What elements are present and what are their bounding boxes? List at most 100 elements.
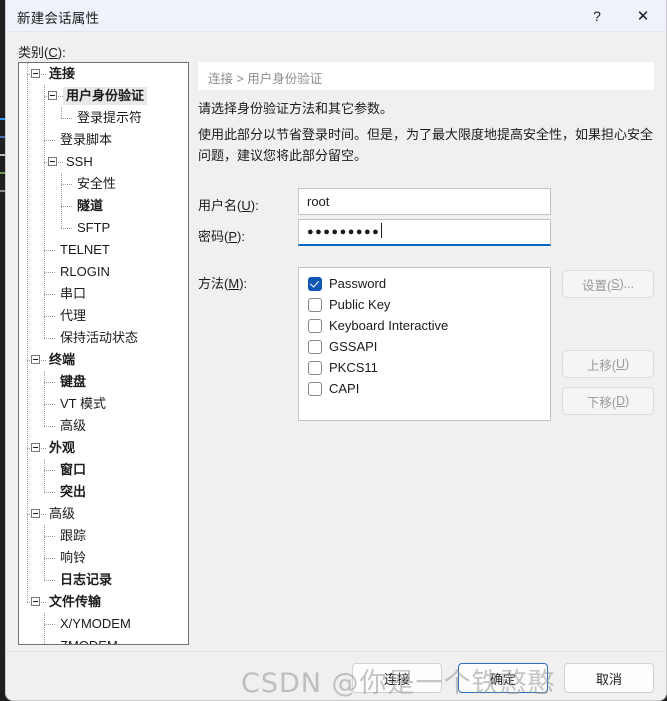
button-label-suffix: )... [619, 277, 635, 291]
tree-item-label: 隧道 [77, 198, 104, 213]
method-checkbox-row[interactable]: Password [299, 273, 550, 294]
tree-item-label: 文件传输 [49, 594, 102, 609]
footer-divider [6, 651, 666, 652]
password-label-mnemonic: P [228, 229, 238, 244]
tree-item[interactable]: SFTP [19, 217, 188, 239]
text-caret [381, 223, 383, 238]
tree-item[interactable]: ZMODEM [19, 635, 188, 644]
breadcrumb-bar: 连接 > 用户身份验证 [198, 62, 654, 90]
category-label: 类别(C): [18, 42, 66, 61]
button-label-prefix: 下移( [586, 395, 616, 410]
button-label-mnemonic: U [615, 357, 626, 371]
checkbox-checked-icon[interactable] [308, 276, 322, 291]
method-label-text: Keyboard Interactive [329, 318, 449, 333]
tree-item[interactable]: 键盘 [19, 371, 188, 393]
tree-guide-line [27, 305, 28, 327]
tree-collapse-icon[interactable] [31, 597, 40, 606]
tree-collapse-icon[interactable] [31, 509, 40, 518]
method-label-text: PKCS11 [329, 360, 378, 375]
tree-item[interactable]: 用户身份验证 [19, 85, 188, 107]
tree-item[interactable]: 保持活动状态 [19, 327, 188, 349]
tree-elbow [41, 448, 46, 449]
checkbox-icon[interactable] [308, 318, 322, 333]
connect-button[interactable]: 连接 [352, 663, 442, 693]
tree-collapse-icon[interactable] [48, 91, 57, 100]
help-icon[interactable]: ? [574, 0, 620, 31]
username-label: 用户名(U): [198, 195, 259, 214]
tree-item-label: 高级 [60, 418, 87, 433]
tree-item[interactable]: 外观 [19, 437, 188, 459]
username-label-prefix: 用户名( [198, 198, 242, 213]
settings-button[interactable]: 设置(S)... [562, 270, 654, 298]
tree-item[interactable]: 高级 [19, 503, 188, 525]
tree-item[interactable]: 窗口 [19, 459, 188, 481]
tree-guide-line [27, 261, 28, 283]
tree-collapse-icon[interactable] [48, 157, 57, 166]
tree-item[interactable]: TELNET [19, 239, 188, 261]
password-input[interactable]: ●●●●●●●●● [298, 219, 551, 246]
tree-item[interactable]: 高级 [19, 415, 188, 437]
move-down-button[interactable]: 下移(D) [562, 387, 654, 415]
tree-guide-line [27, 151, 28, 173]
tree-item[interactable]: X/YMODEM [19, 613, 188, 635]
method-label-mnemonic: M [228, 276, 240, 291]
cancel-button[interactable]: 取消 [564, 663, 654, 693]
tree-item-label: 跟踪 [60, 528, 87, 543]
tree-item[interactable]: 串口 [19, 283, 188, 305]
tree-collapse-icon[interactable] [31, 69, 40, 78]
tree-item[interactable]: VT 模式 [19, 393, 188, 415]
checkbox-icon[interactable] [308, 381, 322, 396]
tree-guide-line [44, 107, 45, 129]
tree-collapse-icon[interactable] [31, 443, 40, 452]
tree-item[interactable]: 日志记录 [19, 569, 188, 591]
move-up-button[interactable]: 上移(U) [562, 350, 654, 378]
tree-item[interactable]: 终端 [19, 349, 188, 371]
checkbox-icon[interactable] [308, 360, 322, 375]
tree-guide-line [27, 107, 28, 129]
ok-button[interactable]: 确定 [458, 663, 548, 693]
button-label-suffix: ) [625, 394, 630, 408]
method-checkbox-row[interactable]: GSSAPI [299, 336, 550, 357]
tree-collapse-icon[interactable] [31, 355, 40, 364]
tree-item[interactable]: RLOGIN [19, 261, 188, 283]
method-label-text: Password [329, 276, 387, 291]
tree-elbow [44, 492, 56, 493]
tree-guide-line [44, 217, 45, 239]
tree-item[interactable]: 突出 [19, 481, 188, 503]
breadcrumb: 连接 > 用户身份验证 [208, 72, 323, 86]
tree-elbow [61, 184, 73, 185]
tree-item[interactable]: 文件传输 [19, 591, 188, 613]
checkbox-icon[interactable] [308, 297, 322, 312]
tree-item[interactable]: SSH [19, 151, 188, 173]
tree-item[interactable]: 登录脚本 [19, 129, 188, 151]
tree-elbow [44, 140, 56, 141]
tree-guide-line [27, 195, 28, 217]
pane-description-line-1: 请选择身份验证方法和其它参数。 [198, 101, 394, 116]
tree-item[interactable]: 登录提示符 [19, 107, 188, 129]
method-checkbox-row[interactable]: Keyboard Interactive [299, 315, 550, 336]
method-checkbox-row[interactable]: CAPI [299, 378, 550, 399]
category-tree[interactable]: 连接 用户身份验证 登录提示符 登录脚本 SSH 安全性隧道 SFTP TELNET RLOGI… [18, 62, 189, 645]
username-input[interactable]: root [298, 188, 551, 215]
close-icon[interactable]: ✕ [620, 0, 666, 31]
button-label-mnemonic: S [611, 277, 620, 291]
category-label-mnemonic: C [48, 45, 58, 60]
tree-item[interactable]: 安全性 [19, 173, 188, 195]
authentication-method-list[interactable]: Password Public Key Keyboard Interactive GS… [298, 267, 551, 421]
method-checkbox-row[interactable]: PKCS11 [299, 357, 550, 378]
tree-item[interactable]: 跟踪 [19, 525, 188, 547]
tree-item-label: 高级 [49, 506, 76, 521]
method-checkbox-row[interactable]: Public Key [299, 294, 550, 315]
tree-item-label: 安全性 [77, 176, 117, 191]
tree-item[interactable]: 隧道 [19, 195, 188, 217]
tree-item-label: ZMODEM [57, 637, 121, 644]
tree-item[interactable]: 代理 [19, 305, 188, 327]
tree-guide-line [44, 173, 45, 195]
tree-item[interactable]: 连接 [19, 63, 188, 85]
tree-guide-line [27, 459, 28, 481]
password-label: 密码(P): [198, 226, 245, 245]
tree-item[interactable]: 响铃 [19, 547, 188, 569]
tree-item-label: X/YMODEM [60, 616, 131, 631]
tree-guide-line [27, 217, 28, 239]
checkbox-icon[interactable] [308, 339, 322, 354]
